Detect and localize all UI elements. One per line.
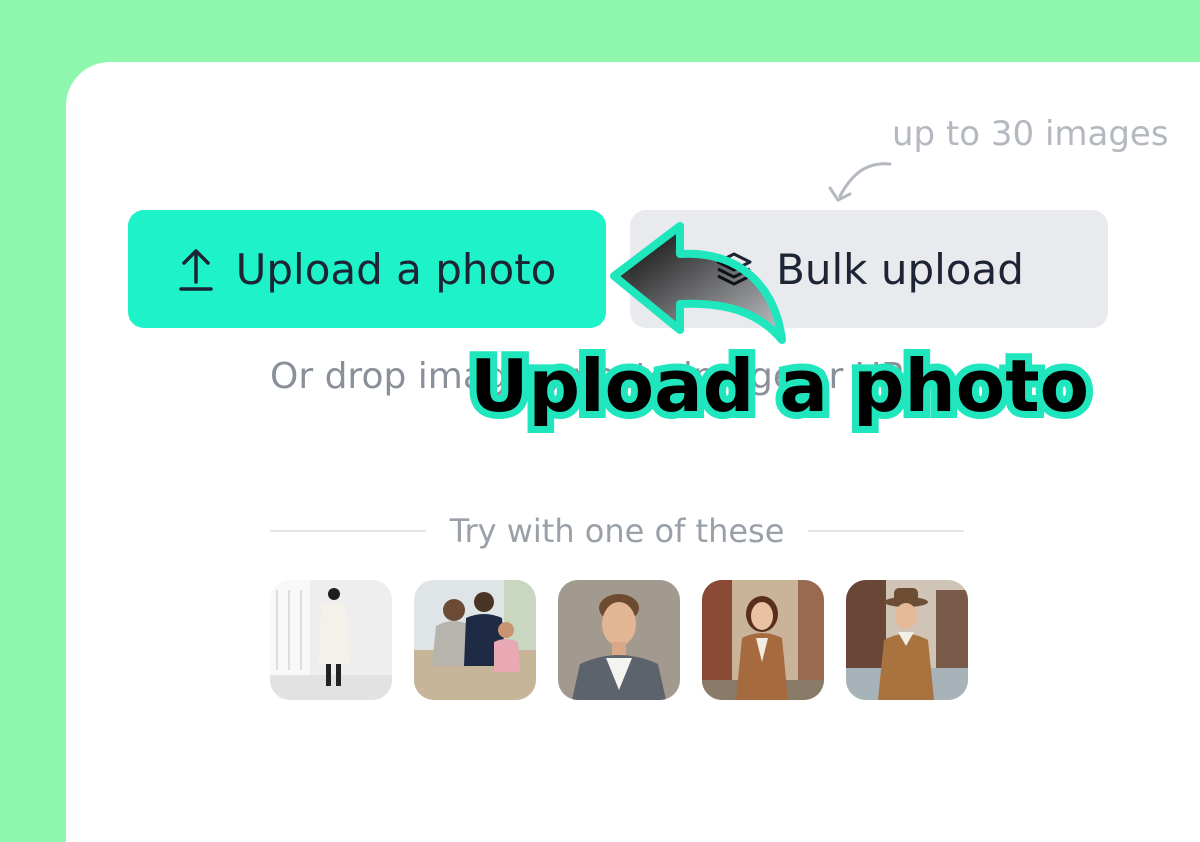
sample-photo-woman-brown-coat[interactable] — [702, 580, 824, 700]
sample-photo-family-sofa[interactable] — [414, 580, 536, 700]
sample-photo-woman-white-coat[interactable] — [270, 580, 392, 700]
callout-arrow-icon — [610, 222, 786, 344]
callout-caption: Upload a photo — [463, 337, 1096, 435]
sample-photo-man-fedora-hat[interactable] — [846, 580, 968, 700]
divider-line-left — [270, 530, 426, 532]
sample-photos — [270, 580, 970, 702]
bulk-limit-hint: up to 30 images — [892, 114, 1169, 154]
samples-heading: Try with one of these — [449, 512, 785, 550]
samples-divider: Try with one of these — [270, 506, 964, 556]
upload-icon — [178, 246, 214, 292]
upload-photo-button[interactable]: Upload a photo — [128, 210, 606, 328]
upload-card — [66, 62, 1200, 842]
sample-photo-man-denim-jacket[interactable] — [558, 580, 680, 700]
bulk-upload-label: Bulk upload — [776, 244, 1024, 294]
curved-hint-arrow-icon — [828, 162, 892, 202]
divider-line-right — [808, 530, 964, 532]
upload-photo-label: Upload a photo — [235, 244, 557, 294]
